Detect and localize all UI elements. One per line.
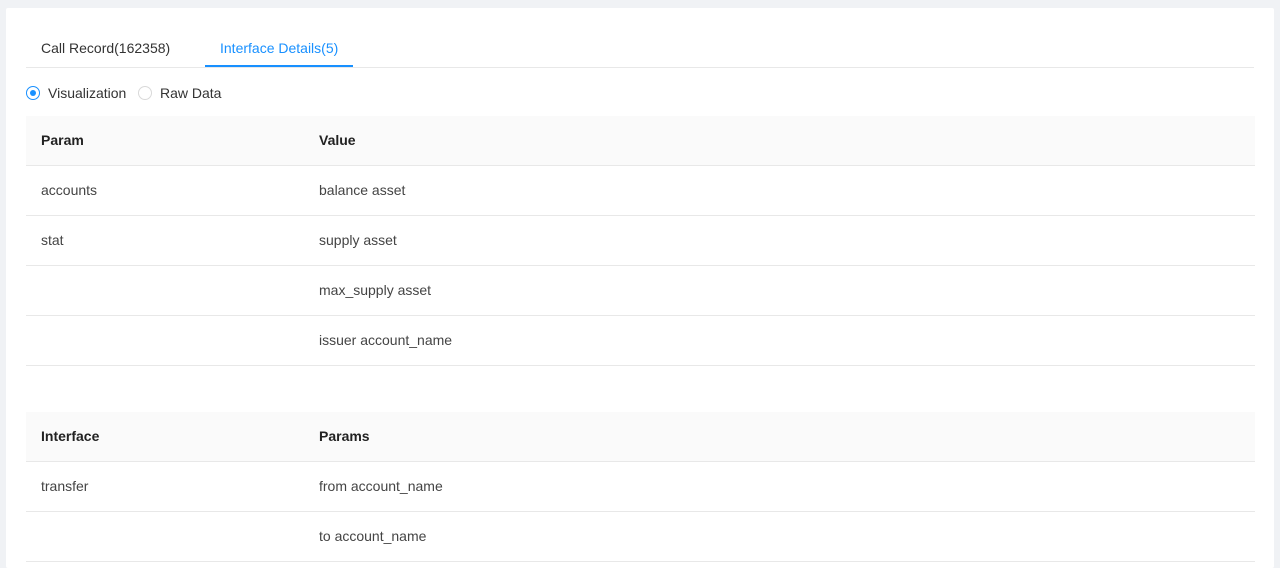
table-row: transfer from account_name xyxy=(26,462,1255,512)
header-interface: Interface xyxy=(41,428,100,444)
header-params: Params xyxy=(319,428,370,444)
param-cell: stat xyxy=(41,232,64,248)
params-cell: from account_name xyxy=(319,478,443,494)
table-row: stat supply asset xyxy=(26,216,1255,266)
param-cell: accounts xyxy=(41,182,98,198)
content-card: Call Record(162358) Interface Details(5)… xyxy=(6,8,1274,568)
radio-raw-data[interactable]: Raw Data xyxy=(138,83,221,103)
table-row: issuer account_name xyxy=(26,316,1255,366)
radio-visualization[interactable]: Visualization xyxy=(26,83,126,103)
value-cell: max_supply asset xyxy=(319,282,432,298)
table-header-row: Interface Params xyxy=(26,412,1255,462)
radio-unchecked-icon xyxy=(138,86,152,100)
radio-label: Visualization xyxy=(48,85,127,101)
value-cell: balance asset xyxy=(319,182,406,198)
value-cell: supply asset xyxy=(319,232,397,248)
tab-call-record[interactable]: Call Record(162358) xyxy=(41,8,170,67)
table-header-row: Param Value xyxy=(26,116,1255,166)
value-cell: issuer account_name xyxy=(319,332,453,348)
table-row: accounts balance asset xyxy=(26,166,1255,216)
params-table: Param Value accounts balance asset stat … xyxy=(26,116,1255,366)
header-param: Param xyxy=(41,132,84,148)
header-value: Value xyxy=(319,132,356,148)
table-row: max_supply asset xyxy=(26,266,1255,316)
tab-bar: Call Record(162358) Interface Details(5) xyxy=(26,8,1254,68)
tab-interface-details[interactable]: Interface Details(5) xyxy=(205,8,354,67)
interface-cell: transfer xyxy=(41,478,89,494)
table-row: to account_name xyxy=(26,512,1255,562)
params-cell: to account_name xyxy=(319,528,427,544)
interface-table: Interface Params transfer from account_n… xyxy=(26,412,1255,562)
radio-checked-icon xyxy=(26,86,40,100)
radio-label: Raw Data xyxy=(160,85,222,101)
